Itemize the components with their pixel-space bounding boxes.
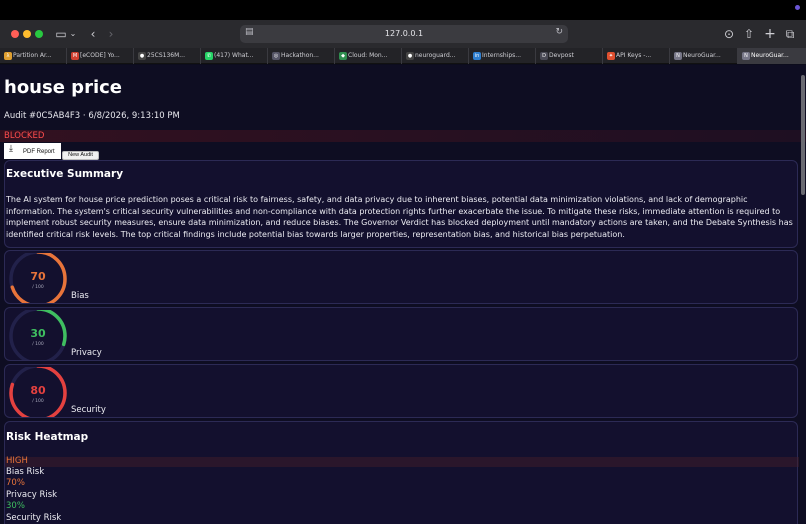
bias-score-label: Bias <box>71 291 89 301</box>
chevron-down-icon[interactable]: ⌄ <box>69 26 77 42</box>
executive-summary-heading: Executive Summary <box>6 168 124 180</box>
sidebar-toggle-icon[interactable]: ▭ <box>54 26 68 42</box>
score-card-bias: 70 / 100 Bias <box>4 250 798 304</box>
tab-label: NeuroGuar... <box>683 52 721 59</box>
share-icon[interactable]: ⇧ <box>742 26 756 42</box>
privacy-score-label: Privacy <box>71 348 102 358</box>
page-content: house price Audit #0C5AB4F3 · 6/8/2026, … <box>0 65 806 524</box>
download-icon: ⤓ <box>9 143 13 153</box>
status-dot <box>795 5 800 10</box>
download-icon[interactable]: ⊙ <box>722 26 736 42</box>
back-arrow-icon[interactable]: ‹ <box>88 26 98 42</box>
risk-heatmap-heading: Risk Heatmap <box>6 431 89 443</box>
tab-label: Cloud: Mon... <box>348 52 388 59</box>
tab-5[interactable]: ◆ Cloud: Mon... <box>335 48 402 64</box>
tab-label: neuroguard... <box>415 52 456 59</box>
tab-label: Hackathon... <box>281 52 319 59</box>
tab-7[interactable]: in Internships... <box>469 48 536 64</box>
verdict-band <box>0 130 806 142</box>
bias-risk-value: 70% <box>6 478 25 488</box>
risk-level: HIGH <box>6 456 28 466</box>
tab-11-active[interactable]: N NeuroGuar... <box>738 48 806 64</box>
privacy-score-value: 30 <box>30 327 46 340</box>
privacy-gauge: 30 / 100 <box>9 310 67 360</box>
close-window-button[interactable] <box>11 30 19 38</box>
executive-summary-card: Executive Summary The AI system for hous… <box>4 160 798 248</box>
tab-label: API Keys -... <box>616 52 652 59</box>
score-card-privacy: 30 / 100 Privacy <box>4 307 798 361</box>
forward-arrow-icon[interactable]: › <box>106 26 116 42</box>
pdf-report-label: PDF Report <box>23 149 55 155</box>
tab-favicon: ● <box>138 52 146 60</box>
tab-2[interactable]: ● 25CS136M... <box>134 48 201 64</box>
risk-level-band <box>5 457 799 467</box>
executive-summary-text: The AI system for house price prediction… <box>6 195 793 239</box>
privacy-risk-label: Privacy Risk <box>6 490 58 500</box>
tab-favicon: ◆ <box>339 52 347 60</box>
privacy-risk-value: 30% <box>6 501 25 511</box>
tab-6[interactable]: ● neuroguard... <box>402 48 469 64</box>
tab-bar: λ Partition Ar... M [eCODE] Yo... ● 25CS136… <box>0 48 806 64</box>
tab-label: 25CS136M... <box>147 52 185 59</box>
score-card-security: 80 / 100 Security <box>4 364 798 418</box>
tab-favicon: ✆ <box>205 52 213 60</box>
tab-1[interactable]: M [eCODE] Yo... <box>67 48 134 64</box>
security-score-max: / 100 <box>32 398 44 404</box>
browser-toolbar: ▭ ⌄ ‹ › ▤ 127.0.0.1 ↻ ⊙ ⇧ + ⧉ <box>0 20 806 48</box>
tab-8[interactable]: D Devpost <box>536 48 603 64</box>
security-score-label: Security <box>71 405 106 415</box>
verdict-status: BLOCKED <box>4 131 45 141</box>
bias-risk-label: Bias Risk <box>6 467 45 477</box>
page-title: house price <box>4 77 122 98</box>
new-tab-icon[interactable]: + <box>763 26 777 42</box>
bias-score-value: 70 <box>30 270 46 283</box>
os-menu-bar <box>0 0 806 20</box>
audit-meta: Audit #0C5AB4F3 · 6/8/2026, 9:13:10 PM <box>4 111 180 121</box>
tab-favicon: M <box>71 52 79 60</box>
security-risk-label: Security Risk <box>6 513 62 523</box>
pdf-report-button[interactable]: ⤓ PDF Report <box>4 143 61 159</box>
tab-3[interactable]: ✆ (417) What... <box>201 48 268 64</box>
tab-9[interactable]: ✦ API Keys -... <box>603 48 670 64</box>
tab-label: (417) What... <box>214 52 254 59</box>
privacy-score-max: / 100 <box>32 341 44 347</box>
reload-icon[interactable]: ↻ <box>555 27 563 37</box>
tab-label: Partition Ar... <box>13 52 52 59</box>
tab-favicon: in <box>473 52 481 60</box>
tab-favicon: ● <box>406 52 414 60</box>
risk-heatmap-card: Risk Heatmap HIGH Bias Risk 70% Privacy … <box>4 421 799 524</box>
tab-label: Internships... <box>482 52 522 59</box>
security-score-value: 80 <box>30 384 46 397</box>
tab-favicon: ✦ <box>607 52 615 60</box>
url-text: 127.0.0.1 <box>384 29 424 38</box>
minimize-window-button[interactable] <box>23 30 31 38</box>
tab-favicon: N <box>742 52 750 60</box>
tab-label: [eCODE] Yo... <box>80 52 120 59</box>
tab-favicon: λ <box>4 52 12 60</box>
address-bar[interactable]: ▤ 127.0.0.1 ↻ <box>240 25 568 43</box>
tab-label: Devpost <box>549 52 574 59</box>
security-gauge: 80 / 100 <box>9 367 67 417</box>
tab-10[interactable]: N NeuroGuar... <box>670 48 738 64</box>
tab-favicon: N <box>674 52 682 60</box>
tab-overview-icon[interactable]: ⧉ <box>783 26 797 42</box>
bias-score-max: / 100 <box>32 284 44 290</box>
tab-4[interactable]: ◎ Hackathon... <box>268 48 335 64</box>
bias-gauge: 70 / 100 <box>9 253 67 303</box>
new-audit-button[interactable]: New Audit <box>62 151 99 160</box>
tab-favicon: ◎ <box>272 52 280 60</box>
tab-label: NeuroGuar... <box>751 52 789 59</box>
tab-favicon: D <box>540 52 548 60</box>
zoom-window-button[interactable] <box>35 30 43 38</box>
tab-0[interactable]: λ Partition Ar... <box>0 48 67 64</box>
page-scrollbar[interactable] <box>801 75 805 195</box>
